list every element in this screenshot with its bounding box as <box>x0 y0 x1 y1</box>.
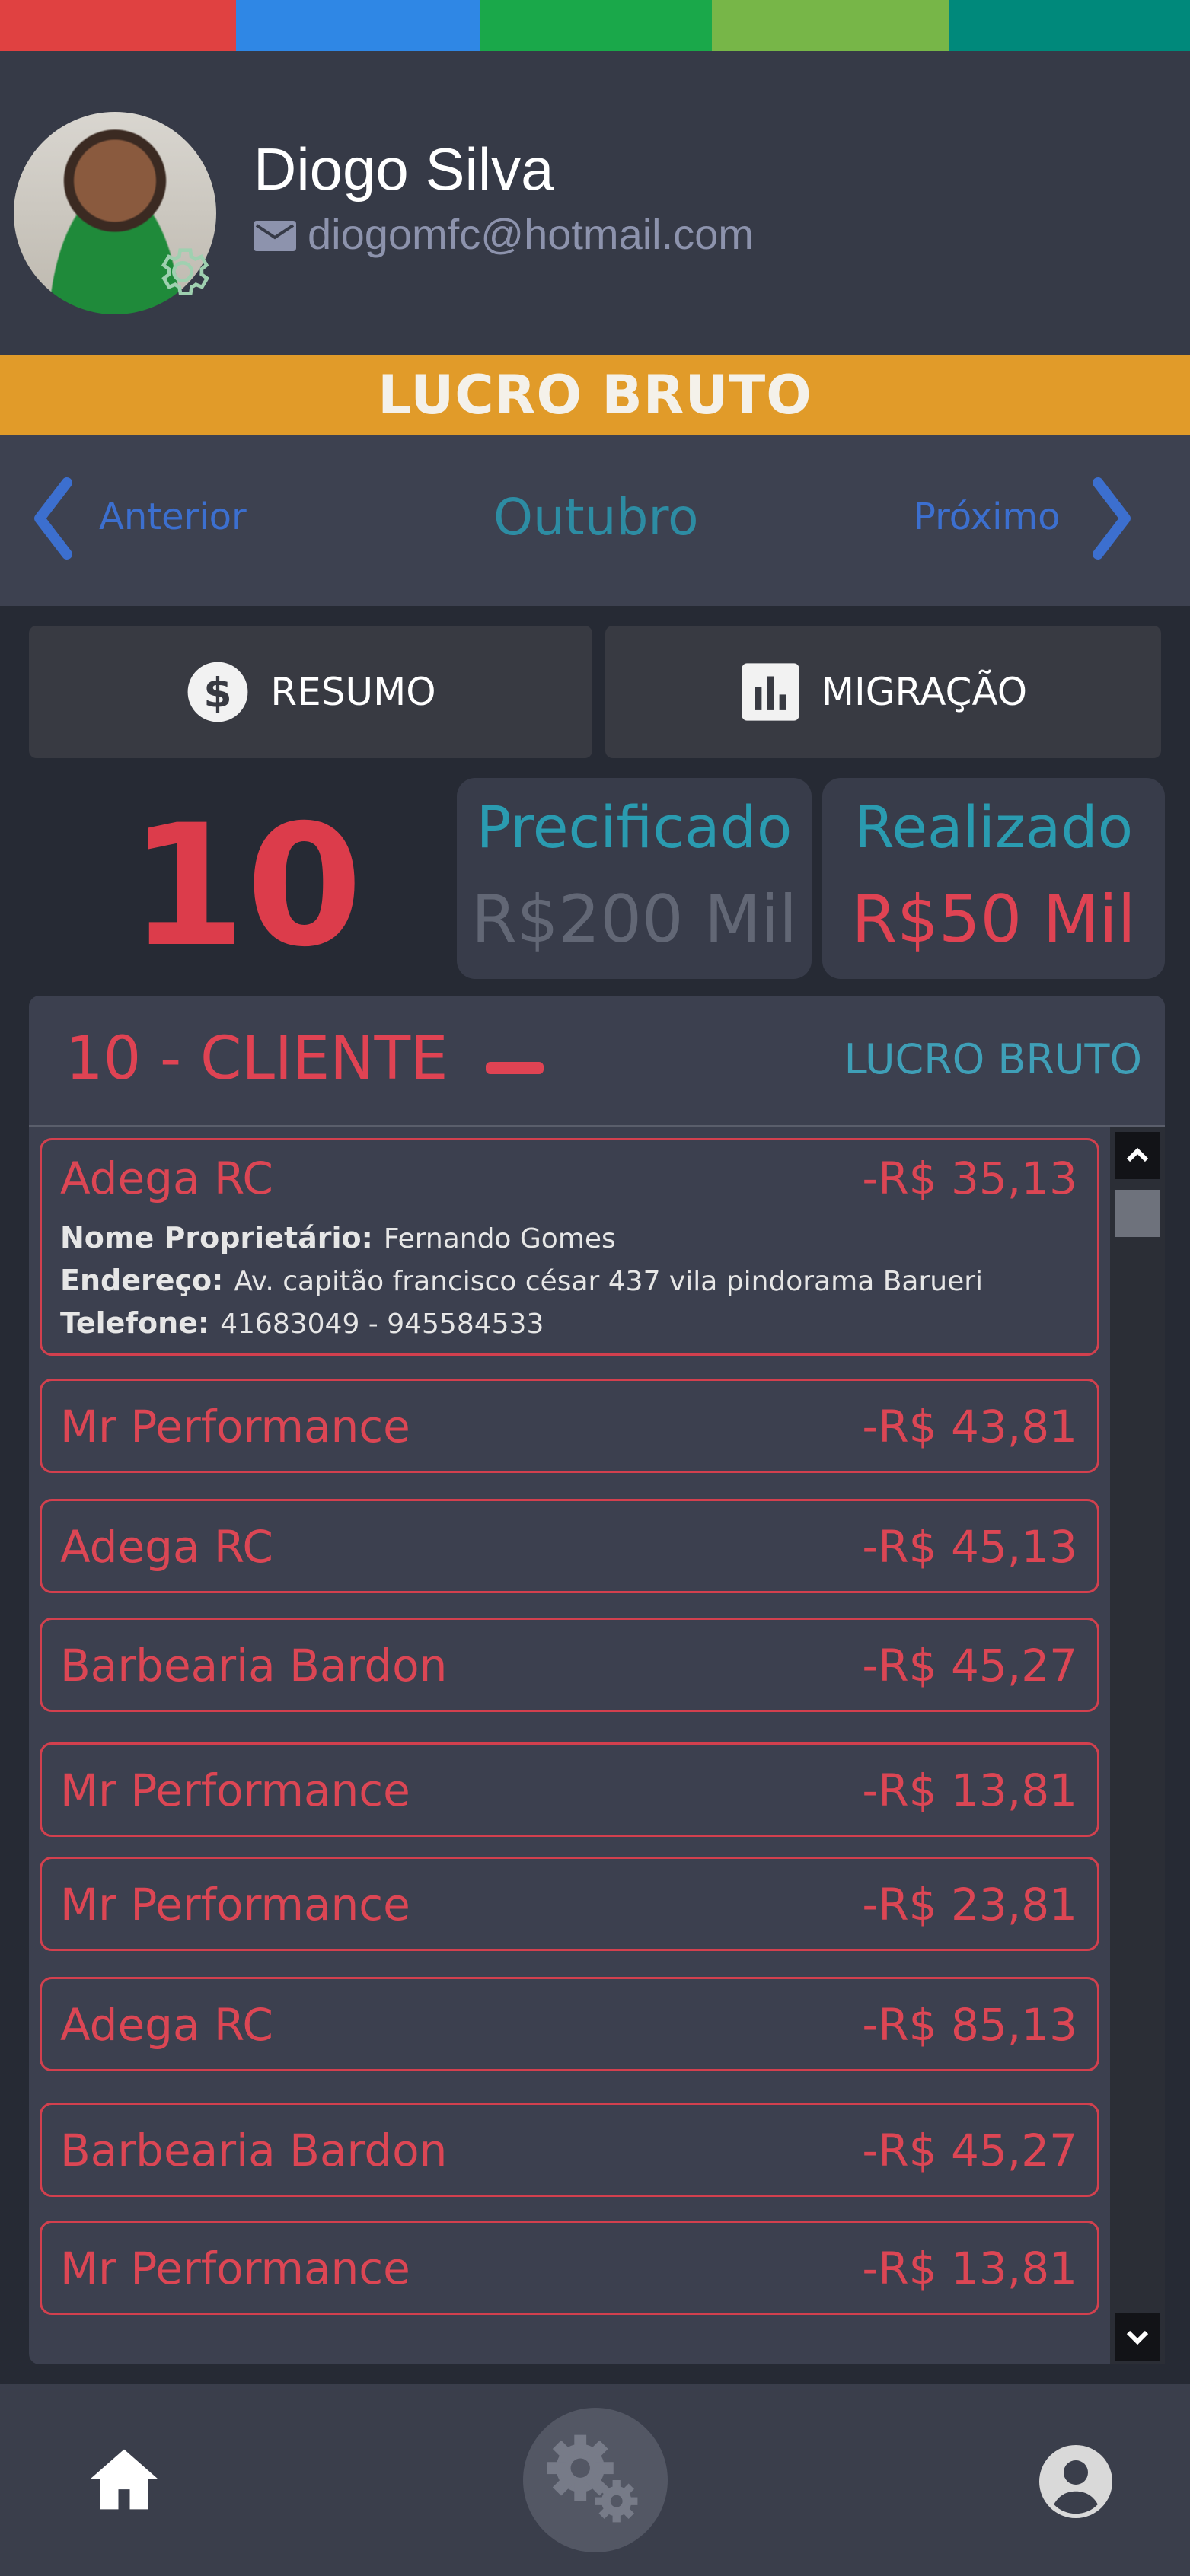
tab-resumo-label: RESUMO <box>270 670 436 714</box>
home-icon[interactable] <box>90 2449 158 2510</box>
scroll-thumb[interactable] <box>1115 1190 1160 1237</box>
address-label: Endereço: <box>60 1264 224 1297</box>
next-month-link[interactable]: Próximo <box>914 496 1061 538</box>
settings-gears-icon <box>547 2434 638 2523</box>
stripe-red <box>0 0 236 51</box>
mail-icon <box>254 221 296 251</box>
item-value: -R$ 85,13 <box>862 1999 1077 2051</box>
profile-header: Diogo Silva diogomfc@hotmail.com <box>0 51 1190 355</box>
current-month: Outubro <box>493 488 699 547</box>
stripe-blue <box>236 0 480 51</box>
tab-resumo[interactable]: $ RESUMO <box>29 626 592 758</box>
list-item[interactable]: Barbearia Bardon -R$ 45,27 <box>40 1618 1099 1712</box>
color-stripe <box>0 0 1190 51</box>
item-name: Mr Performance <box>60 2243 410 2294</box>
client-panel: 10 - CLIENTE LUCRO BRUTO Adega RC -R$ 35… <box>29 996 1165 2364</box>
item-name: Adega RC <box>60 1521 273 1573</box>
tab-migracao[interactable]: MIGRAÇÃO <box>605 626 1161 758</box>
user-email: diogomfc@hotmail.com <box>308 210 754 258</box>
list-item[interactable]: Adega RC -R$ 85,13 <box>40 1977 1099 2071</box>
banner-title: LUCRO BRUTO <box>378 364 812 426</box>
owner-label: Nome Proprietário: <box>60 1221 373 1255</box>
list-item[interactable]: Mr Performance -R$ 13,81 <box>40 2221 1099 2315</box>
scroll-up-button[interactable] <box>1115 1132 1160 1179</box>
panel-metric-label: LUCRO BRUTO <box>844 1035 1142 1083</box>
collapse-minus-icon[interactable] <box>486 1062 544 1074</box>
settings-button[interactable] <box>523 2408 668 2552</box>
chevron-up-icon <box>1126 1147 1149 1162</box>
item-value: -R$ 35,13 <box>862 1153 1077 1204</box>
month-navigation: Anterior Outubro Próximo <box>0 435 1190 606</box>
address-value: Av. capitão francisco césar 437 vila pin… <box>234 1266 984 1297</box>
list-scrollbar[interactable] <box>1110 1127 1165 2364</box>
client-count: 10 <box>129 789 363 984</box>
item-value: -R$ 45,27 <box>862 2125 1077 2176</box>
item-name: Barbearia Bardon <box>60 2125 448 2176</box>
scroll-down-button[interactable] <box>1115 2313 1160 2361</box>
panel-title: 10 - CLIENTE <box>65 1025 448 1093</box>
bottom-navigation <box>0 2384 1190 2576</box>
priced-title: Precificado <box>476 793 793 861</box>
tab-migracao-label: MIGRAÇÃO <box>821 670 1028 714</box>
list-item[interactable]: Mr Performance -R$ 23,81 <box>40 1857 1099 1951</box>
item-name: Adega RC <box>60 1999 273 2051</box>
settings-gear-icon[interactable] <box>152 241 213 302</box>
bar-chart-icon <box>742 663 799 721</box>
main-content: $ RESUMO MIGRAÇÃO 10 Precificado R$200 M… <box>0 606 1190 2384</box>
list-item[interactable]: Barbearia Bardon -R$ 45,27 <box>40 2103 1099 2197</box>
item-name: Mr Performance <box>60 1401 410 1452</box>
list-item-expanded[interactable]: Adega RC -R$ 35,13 Nome Proprietário: Fer… <box>40 1138 1099 1356</box>
previous-month-link[interactable]: Anterior <box>99 496 247 538</box>
chevron-left-icon[interactable] <box>30 477 76 560</box>
item-value: -R$ 45,27 <box>862 1640 1077 1691</box>
priced-card: Precificado R$200 Mil <box>457 778 812 979</box>
item-value: -R$ 45,13 <box>862 1521 1077 1573</box>
list-item[interactable]: Mr Performance -R$ 43,81 <box>40 1379 1099 1473</box>
done-title: Realizado <box>853 793 1134 861</box>
item-name: Adega RC <box>60 1153 273 1204</box>
address-line: Endereço: Av. capitão francisco césar 437… <box>60 1264 983 1297</box>
item-name: Mr Performance <box>60 1765 410 1816</box>
done-value: R$50 Mil <box>851 882 1136 958</box>
list-item[interactable]: Adega RC -R$ 45,13 <box>40 1499 1099 1593</box>
user-name: Diogo Silva <box>254 135 554 202</box>
dollar-circle-icon: $ <box>187 662 248 722</box>
owner-value: Fernando Gomes <box>383 1223 616 1255</box>
stripe-lightgreen <box>712 0 949 51</box>
done-card: Realizado R$50 Mil <box>822 778 1165 979</box>
priced-value: R$200 Mil <box>471 882 797 958</box>
item-value: -R$ 43,81 <box>862 1401 1077 1452</box>
chevron-right-icon[interactable] <box>1089 477 1134 560</box>
item-name: Mr Performance <box>60 1879 410 1930</box>
phone-value: 41683049 - 945584533 <box>220 1309 544 1340</box>
chevron-down-icon <box>1126 2330 1149 2345</box>
item-value: -R$ 13,81 <box>862 2243 1077 2294</box>
svg-text:$: $ <box>204 669 232 717</box>
section-banner: LUCRO BRUTO <box>0 355 1190 435</box>
item-value: -R$ 23,81 <box>862 1879 1077 1930</box>
list-item[interactable]: Mr Performance -R$ 13,81 <box>40 1742 1099 1837</box>
account-icon[interactable] <box>1039 2445 1112 2518</box>
client-list[interactable]: Adega RC -R$ 35,13 Nome Proprietário: Fer… <box>29 1125 1165 2364</box>
phone-label: Telefone: <box>60 1306 210 1340</box>
item-value: -R$ 13,81 <box>862 1765 1077 1816</box>
stripe-teal <box>949 0 1190 51</box>
stripe-green <box>480 0 712 51</box>
phone-line: Telefone: 41683049 - 945584533 <box>60 1306 544 1340</box>
owner-line: Nome Proprietário: Fernando Gomes <box>60 1221 616 1255</box>
item-name: Barbearia Bardon <box>60 1640 448 1691</box>
